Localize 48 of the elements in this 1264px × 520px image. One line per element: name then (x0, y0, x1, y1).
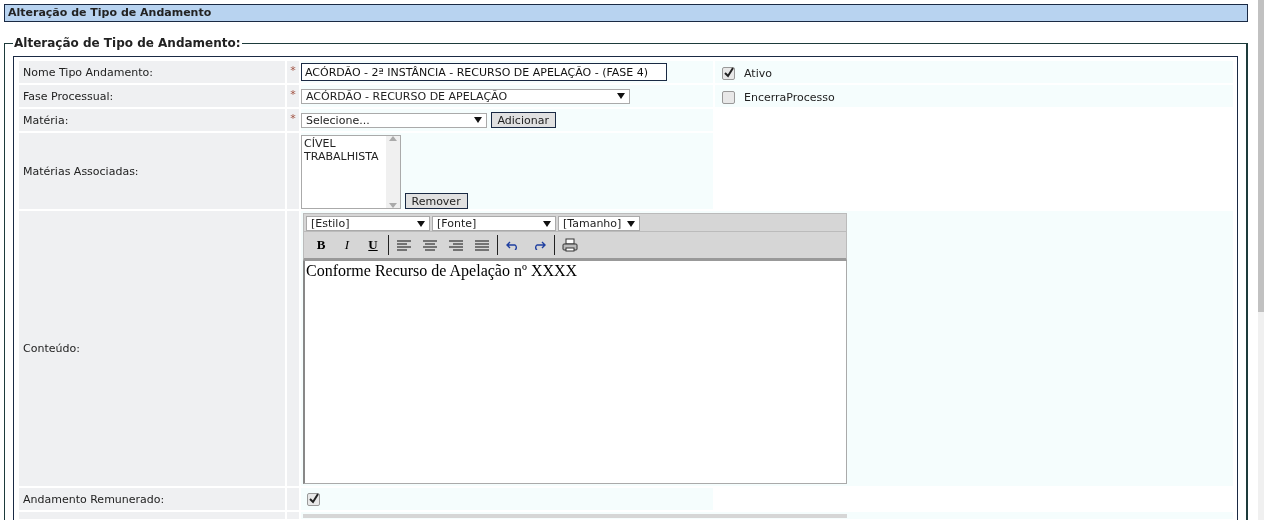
select-field[interactable]: ACÓRDÃO - RECURSO DE APELAÇÃO (301, 88, 630, 104)
printer-icon (562, 238, 578, 252)
checkbox[interactable] (307, 492, 320, 506)
scroll-down-icon (389, 203, 397, 208)
list-item[interactable]: CÍVEL (304, 137, 384, 150)
print-button[interactable] (559, 235, 581, 255)
toolbar-dropdown[interactable]: [Tamanho] (558, 216, 640, 231)
caret-icon (417, 220, 425, 227)
list-item[interactable]: TRABALHISTA (304, 150, 384, 163)
text-field[interactable]: ACÓRDÃO - 2ª INSTÂNCIA - RECURSO DE APELAÇÃO - (FASE 4) (301, 63, 667, 81)
checkbox[interactable] (722, 67, 735, 80)
caret-icon (617, 93, 625, 99)
list-scrollbar[interactable] (386, 136, 400, 208)
align-right-icon (449, 239, 463, 251)
undo-icon (506, 240, 520, 250)
toolbar-dropdown[interactable]: [Estilo] (306, 216, 430, 231)
scrollbar-thumb[interactable] (1258, 0, 1264, 312)
underline-button[interactable]: U (362, 235, 384, 255)
required-marker: * (290, 64, 296, 77)
caret-icon (627, 220, 635, 227)
select-field[interactable]: Selecione... (301, 112, 487, 128)
fieldset-legend: Alteração de Tipo de Andamento: (13, 36, 242, 50)
checkbox-label: EncerraProcesso (744, 91, 835, 104)
caret-icon (474, 117, 482, 123)
field-label: Andamento Remunerado: (19, 488, 285, 510)
list-box[interactable]: CÍVEL TRABALHISTA (301, 135, 401, 209)
checkbox[interactable] (722, 91, 735, 104)
italic-button[interactable]: I (336, 235, 358, 255)
scroll-up-icon (389, 136, 397, 141)
align-justify-icon (475, 239, 489, 251)
field-label: Fase Processual: (19, 85, 285, 107)
add-button[interactable]: Adicionar (490, 112, 556, 128)
editor-area[interactable]: Conforme Recurso de Apelação nº XXXX (303, 261, 847, 484)
remove-button[interactable]: Remover (404, 193, 468, 209)
checkbox-label: Ativo (744, 67, 772, 80)
align-left-icon (397, 239, 411, 251)
align-center-icon (423, 239, 437, 251)
redo-icon (532, 240, 546, 250)
field-label: Nome Tipo Andamento: (19, 61, 285, 83)
field-label: Matéria: (19, 109, 285, 131)
required-marker: * (290, 88, 296, 101)
bold-button[interactable]: B (310, 235, 332, 255)
field-label: Matérias Associadas: (19, 133, 285, 209)
toolbar-dropdown[interactable]: [Fonte] (432, 216, 556, 231)
caret-icon (543, 220, 551, 227)
field-label: Conteúdo: (19, 211, 285, 486)
required-marker: * (290, 112, 296, 125)
page-header: Alteração de Tipo de Andamento (4, 4, 1248, 22)
